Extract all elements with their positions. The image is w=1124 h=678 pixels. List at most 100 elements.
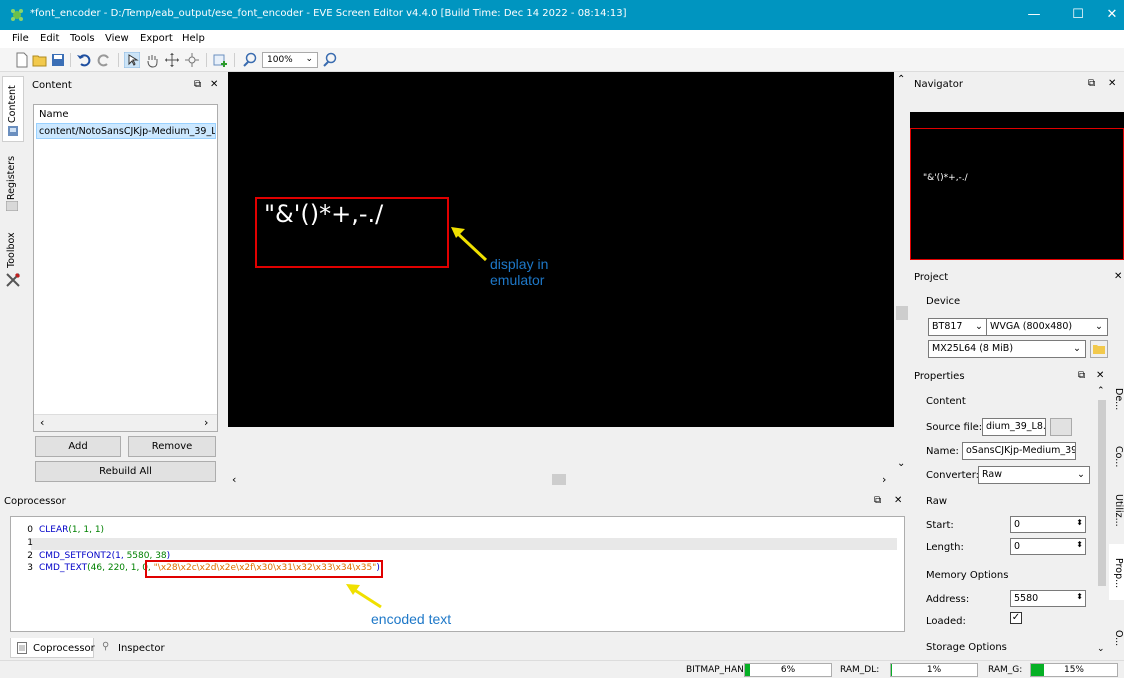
scroll-right-icon[interactable]: › xyxy=(204,416,208,429)
app-logo-icon xyxy=(11,9,23,21)
close-icon[interactable]: ✕ xyxy=(1096,370,1104,381)
start-spinbox[interactable]: 0 ⬍ xyxy=(1010,516,1086,533)
rebuild-all-button[interactable]: Rebuild All xyxy=(35,461,216,482)
scroll-up-icon[interactable]: ⌃ xyxy=(1097,386,1105,396)
list-item[interactable]: content/NotoSansCJKjp-Medium_39_L8 xyxy=(36,123,216,139)
float-icon[interactable]: ⧉ xyxy=(1078,370,1085,381)
sidetab-content[interactable]: Content xyxy=(2,76,24,142)
open-folder-icon[interactable] xyxy=(32,52,48,68)
zoom-out-icon[interactable] xyxy=(242,52,258,68)
stepper-icon[interactable]: ⬍ xyxy=(1076,592,1083,601)
zoom-in-icon[interactable] xyxy=(322,52,338,68)
flash-select[interactable]: MX25L64 (8 MiB) ⌄ xyxy=(928,340,1086,358)
converter-select[interactable]: Raw ⌄ xyxy=(978,466,1090,484)
pan-hand-icon[interactable] xyxy=(144,52,160,68)
project-panel: Project ✕ Device BT817 ⌄ WVGA (800x480) ⌄ … xyxy=(910,268,1124,364)
ram-g-label: RAM_G: xyxy=(988,665,1023,675)
content-icon xyxy=(8,126,18,136)
name-field[interactable]: oSansCJKjp-Medium_39_L8 xyxy=(962,442,1076,460)
chevron-down-icon: ⌄ xyxy=(1095,321,1103,332)
close-icon[interactable]: ✕ xyxy=(1114,271,1122,282)
chip-select[interactable]: BT817 ⌄ xyxy=(928,318,988,336)
browse-flash-button[interactable] xyxy=(1090,340,1108,358)
address-spinbox[interactable]: 5580 ⬍ xyxy=(1010,590,1086,607)
menu-file[interactable]: File xyxy=(12,33,29,44)
close-button[interactable]: ✕ xyxy=(1090,0,1124,30)
address-label: Address: xyxy=(926,594,970,605)
browse-source-button[interactable] xyxy=(1050,418,1072,436)
scroll-down-icon[interactable]: ⌄ xyxy=(1097,644,1105,654)
scroll-down-icon[interactable]: ⌄ xyxy=(897,458,905,469)
move-icon[interactable] xyxy=(164,52,180,68)
length-spinbox[interactable]: 0 ⬍ xyxy=(1010,538,1086,555)
properties-scrollbar[interactable]: ⌃ ⌄ xyxy=(1096,386,1108,658)
menu-bar: File Edit Tools View Export Help xyxy=(0,30,1124,48)
menu-help[interactable]: Help xyxy=(182,33,205,44)
sidetab-utiliz[interactable]: Utiliz... xyxy=(1109,490,1124,538)
properties-panel: Properties ⧉ ✕ Content Source file: dium… xyxy=(910,366,1108,658)
canvas-horizontal-scrollbar[interactable]: ‹ › xyxy=(228,471,894,487)
close-icon[interactable]: ✕ xyxy=(210,79,218,90)
scroll-left-icon[interactable]: ‹ xyxy=(232,473,236,486)
scroll-thumb[interactable] xyxy=(1098,400,1106,586)
menu-edit[interactable]: Edit xyxy=(40,33,59,44)
tab-inspector[interactable]: ⚲ Inspector xyxy=(96,638,176,658)
menu-tools[interactable]: Tools xyxy=(70,33,95,44)
add-item-icon[interactable] xyxy=(212,52,228,68)
undo-icon[interactable] xyxy=(76,52,92,68)
navigator-title: Navigator xyxy=(914,79,963,90)
horizontal-scrollbar[interactable]: ‹ › xyxy=(34,414,217,431)
resize-icon[interactable] xyxy=(184,52,200,68)
registers-icon xyxy=(6,201,18,211)
navigator-preview-text: "&'()*+,-./ xyxy=(923,173,968,183)
add-button[interactable]: Add xyxy=(35,436,121,457)
scroll-right-icon[interactable]: › xyxy=(882,473,886,486)
loaded-checkbox[interactable]: ✓ xyxy=(1010,612,1022,624)
minimize-button[interactable]: — xyxy=(1012,0,1056,30)
title-bar: *font_encoder - D:/Temp/eab_output/ese_f… xyxy=(0,0,1124,30)
stepper-icon[interactable]: ⬍ xyxy=(1076,540,1083,549)
column-header-name[interactable]: Name xyxy=(39,109,69,120)
ram-dl-fill xyxy=(891,664,892,676)
content-panel-header: Content ⧉ ✕ xyxy=(26,76,228,96)
float-icon[interactable]: ⧉ xyxy=(194,79,201,90)
menu-export[interactable]: Export xyxy=(140,33,173,44)
sidetab-registers[interactable]: Registers xyxy=(2,154,24,216)
scroll-left-icon[interactable]: ‹ xyxy=(40,416,44,429)
new-file-icon[interactable] xyxy=(14,52,30,68)
float-icon[interactable]: ⧉ xyxy=(874,495,881,506)
close-icon[interactable]: ✕ xyxy=(1108,78,1116,89)
tab-coprocessor[interactable]: Coprocessor xyxy=(10,638,95,658)
redo-icon[interactable] xyxy=(96,52,112,68)
inspector-icon: ⚲ xyxy=(102,641,110,652)
remove-button[interactable]: Remove xyxy=(128,436,216,457)
close-icon[interactable]: ✕ xyxy=(894,495,902,506)
zoom-select[interactable]: 100% ⌄ xyxy=(262,52,318,68)
stepper-icon[interactable]: ⬍ xyxy=(1076,518,1083,527)
storage-group-title: Storage Options xyxy=(926,642,1007,653)
source-file-field[interactable]: dium_39_L8.raw xyxy=(982,418,1046,436)
ram-g-fill xyxy=(1031,664,1044,676)
code-line: 1 xyxy=(27,538,33,548)
save-icon[interactable] xyxy=(50,52,66,68)
sidetab-co[interactable]: Co... xyxy=(1109,432,1124,482)
chevron-down-icon: ⌄ xyxy=(975,321,983,332)
scroll-up-icon[interactable]: ⌃ xyxy=(897,74,905,85)
sidetab-prop[interactable]: Prop... xyxy=(1109,544,1124,600)
sidetab-o[interactable]: O... xyxy=(1109,610,1124,656)
resolution-select[interactable]: WVGA (800x480) ⌄ xyxy=(986,318,1108,336)
left-side-tabs: Content Registers Toolbox xyxy=(0,74,26,494)
sidetab-de[interactable]: De... xyxy=(1109,376,1124,426)
scroll-thumb[interactable] xyxy=(896,306,908,320)
sidetab-toolbox[interactable]: Toolbox xyxy=(2,226,24,292)
navigator-preview[interactable]: "&'()*+,-./ xyxy=(910,128,1124,260)
display-annotation: display in emulator xyxy=(490,256,549,288)
canvas-vertical-scrollbar[interactable]: ⌃ ⌄ xyxy=(894,72,910,489)
select-pointer-icon[interactable] xyxy=(124,52,140,68)
float-icon[interactable]: ⧉ xyxy=(1088,78,1095,89)
scroll-thumb[interactable] xyxy=(552,474,566,485)
emulator-canvas[interactable]: "&'()*+,-./ display in emulator xyxy=(228,72,894,427)
menu-view[interactable]: View xyxy=(105,33,129,44)
document-icon xyxy=(17,642,27,654)
coprocessor-editor[interactable]: 0 CLEAR(1, 1, 1) 1 2 CMD_SETFONT2(1, 5580,… xyxy=(10,516,905,632)
